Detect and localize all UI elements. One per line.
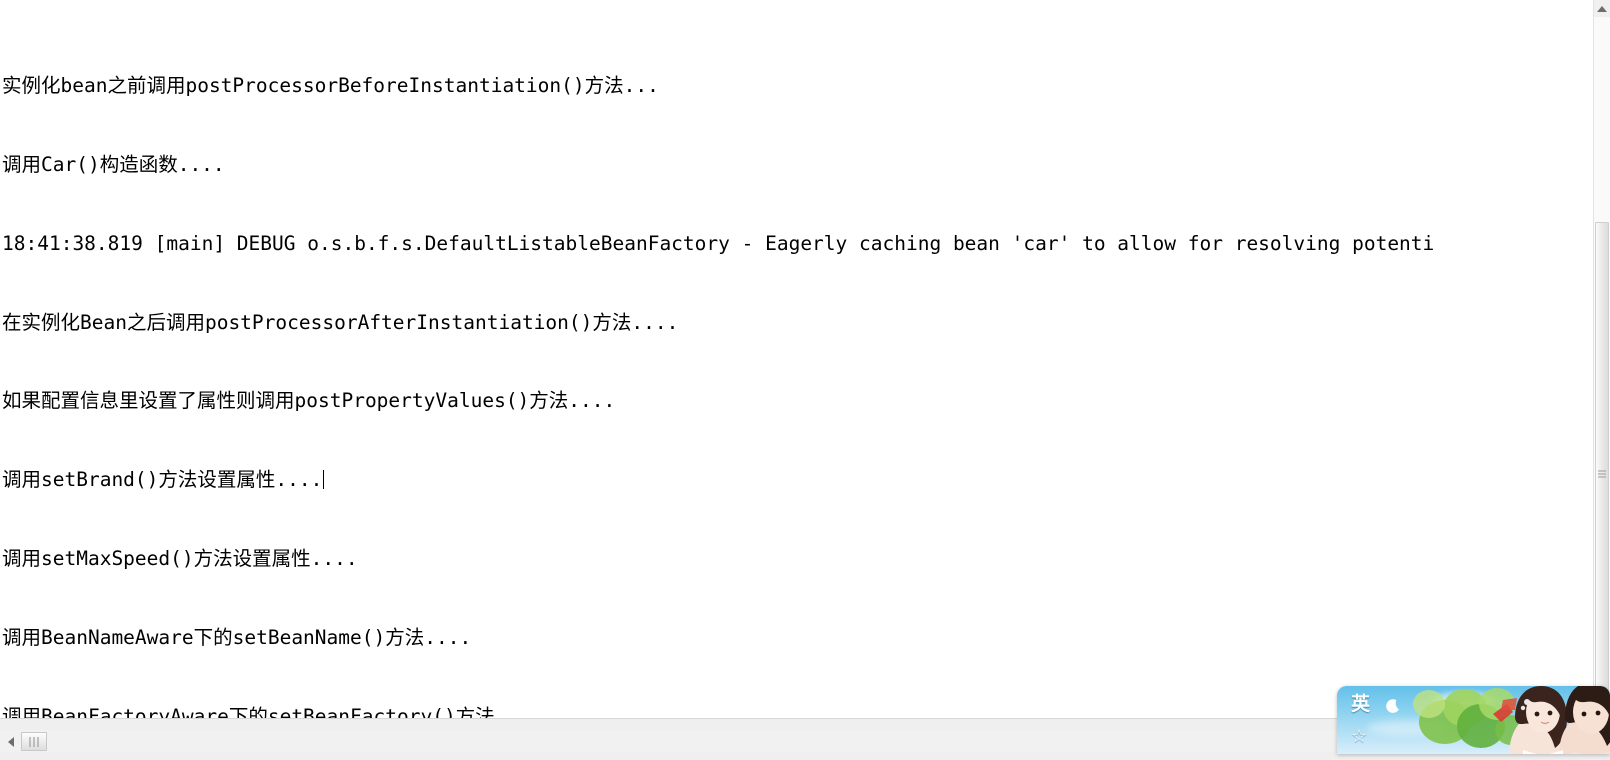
- log-line: 在实例化Bean之后调用postProcessorAfterInstantiat…: [2, 310, 679, 334]
- text-caret: [323, 470, 325, 490]
- scroll-left-button[interactable]: [3, 733, 19, 750]
- application-window: 实例化bean之前调用postProcessorBeforeInstantiat…: [0, 0, 1610, 760]
- log-line: 实例化bean之前调用postProcessorBeforeInstantiat…: [2, 73, 659, 97]
- moon-icon[interactable]: [1384, 698, 1401, 715]
- vertical-scrollbar-track[interactable]: [1594, 17, 1610, 722]
- log-line: 调用BeanNameAware下的setBeanName()方法....: [2, 626, 472, 650]
- console-output-viewport[interactable]: 实例化bean之前调用postProcessorBeforeInstantiat…: [0, 0, 1556, 718]
- triangle-left-icon: [8, 736, 14, 747]
- log-line: 调用BeanFactoryAware下的setBeanFactory()方法..…: [2, 705, 542, 718]
- ime-toolbox-button[interactable]: ☆: [1351, 726, 1367, 748]
- console-log-lines[interactable]: 实例化bean之前调用postProcessorBeforeInstantiat…: [2, 0, 1434, 718]
- log-line-text: 调用setBrand()方法设置属性....: [2, 468, 323, 492]
- log-line: 如果配置信息里设置了属性则调用postPropertyValues()方法...…: [2, 389, 616, 413]
- vertical-scrollbar-thumb[interactable]: [1595, 222, 1609, 722]
- vertical-scrollbar[interactable]: [1593, 0, 1610, 722]
- ime-language-indicator[interactable]: 英: [1351, 693, 1370, 715]
- log-line: 调用Car()构造函数....: [2, 152, 225, 176]
- ime-floating-toolbar[interactable]: 英 ☆: [1337, 686, 1610, 754]
- grip-vertical-icon: [29, 736, 39, 747]
- anime-couple-illustration: [1493, 686, 1610, 754]
- horizontal-scrollbar-thumb[interactable]: [21, 732, 47, 751]
- grip-horizontal-icon: [1598, 469, 1606, 478]
- log-line: 调用setMaxSpeed()方法设置属性....: [2, 547, 358, 571]
- scroll-up-button[interactable]: [1594, 0, 1610, 17]
- triangle-up-icon: [1597, 5, 1607, 12]
- log-line: 18:41:38.819 [main] DEBUG o.s.b.f.s.Defa…: [2, 231, 1435, 255]
- log-line-with-caret: 调用setBrand()方法设置属性....: [2, 467, 1434, 493]
